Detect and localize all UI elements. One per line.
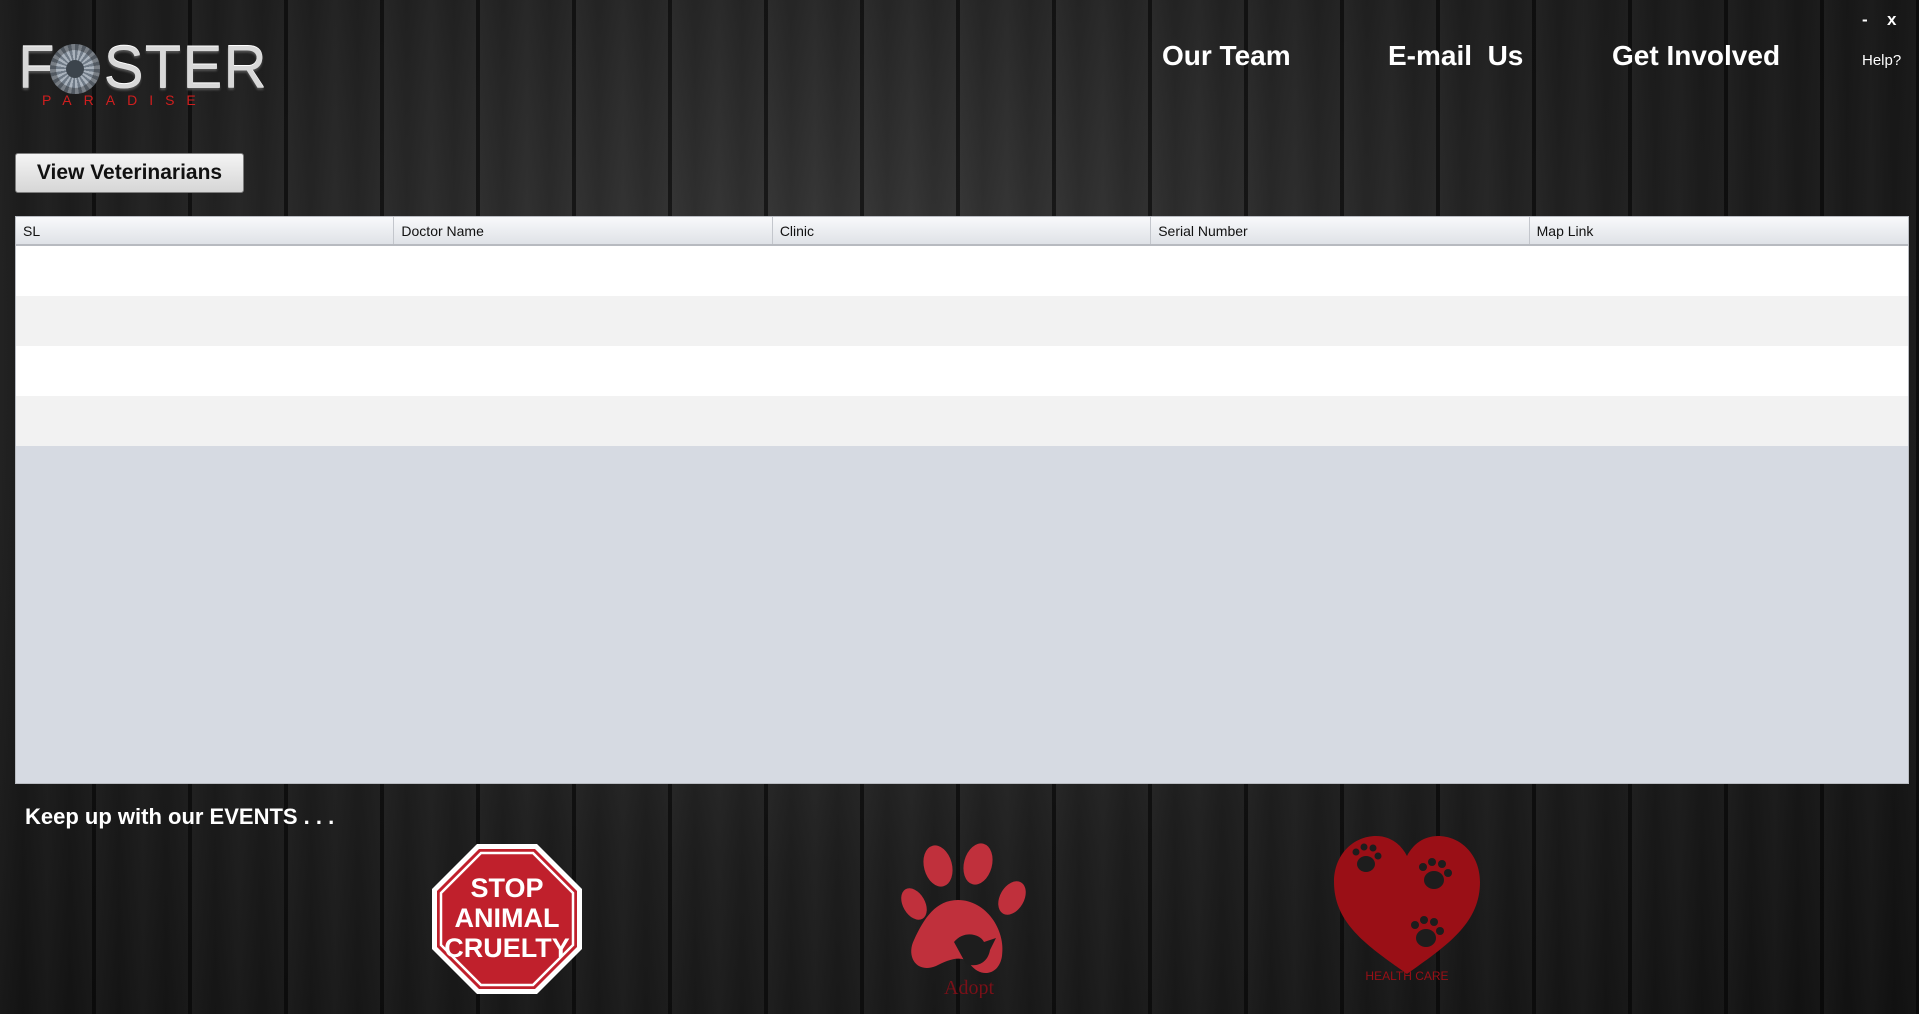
column-header-clinic[interactable]: Clinic [773,217,1152,244]
column-header-map-link[interactable]: Map Link [1530,217,1908,244]
table-row[interactable] [16,296,1908,346]
foster-paradise-logo: F STER PARADISE [18,36,267,110]
table-row[interactable] [16,396,1908,446]
health-care-event[interactable]: HEALTH CARE [1330,826,1484,986]
adopt-label: Adopt [944,977,994,998]
logo-tagline: PARADISE [42,92,208,108]
column-header-serial-number[interactable]: Serial Number [1151,217,1530,244]
table-row[interactable] [16,346,1908,396]
cruelty-text: CRUELTY [444,933,570,963]
animal-text: ANIMAL [455,903,560,933]
view-veterinarians-button[interactable]: View Veterinarians [15,153,244,193]
minimize-button[interactable]: - [1862,10,1868,30]
logo-gear-icon [50,44,100,94]
nav-get-involved[interactable]: Get Involved [1612,40,1780,72]
veterinarians-table[interactable]: SL Doctor Name Clinic Serial Number Map … [15,216,1909,784]
nav-our-team[interactable]: Our Team [1162,40,1291,72]
health-care-label: HEALTH CARE [1365,969,1448,983]
stop-text: STOP [470,873,543,903]
help-link[interactable]: Help? [1862,52,1901,69]
paw-icon [901,843,1026,974]
table-row[interactable] [16,246,1908,296]
column-header-doctor-name[interactable]: Doctor Name [394,217,773,244]
close-button[interactable]: x [1887,10,1896,30]
table-header: SL Doctor Name Clinic Serial Number Map … [16,217,1908,246]
heart-icon [1334,836,1480,974]
column-header-sl[interactable]: SL [16,217,395,244]
stop-animal-cruelty-sign[interactable]: STOP ANIMAL CRUELTY [430,842,584,996]
adopt-event[interactable]: Adopt [900,838,1038,998]
events-heading: Keep up with our EVENTS . . . [25,804,335,829]
nav-email-us[interactable]: E-mail Us [1388,40,1523,72]
